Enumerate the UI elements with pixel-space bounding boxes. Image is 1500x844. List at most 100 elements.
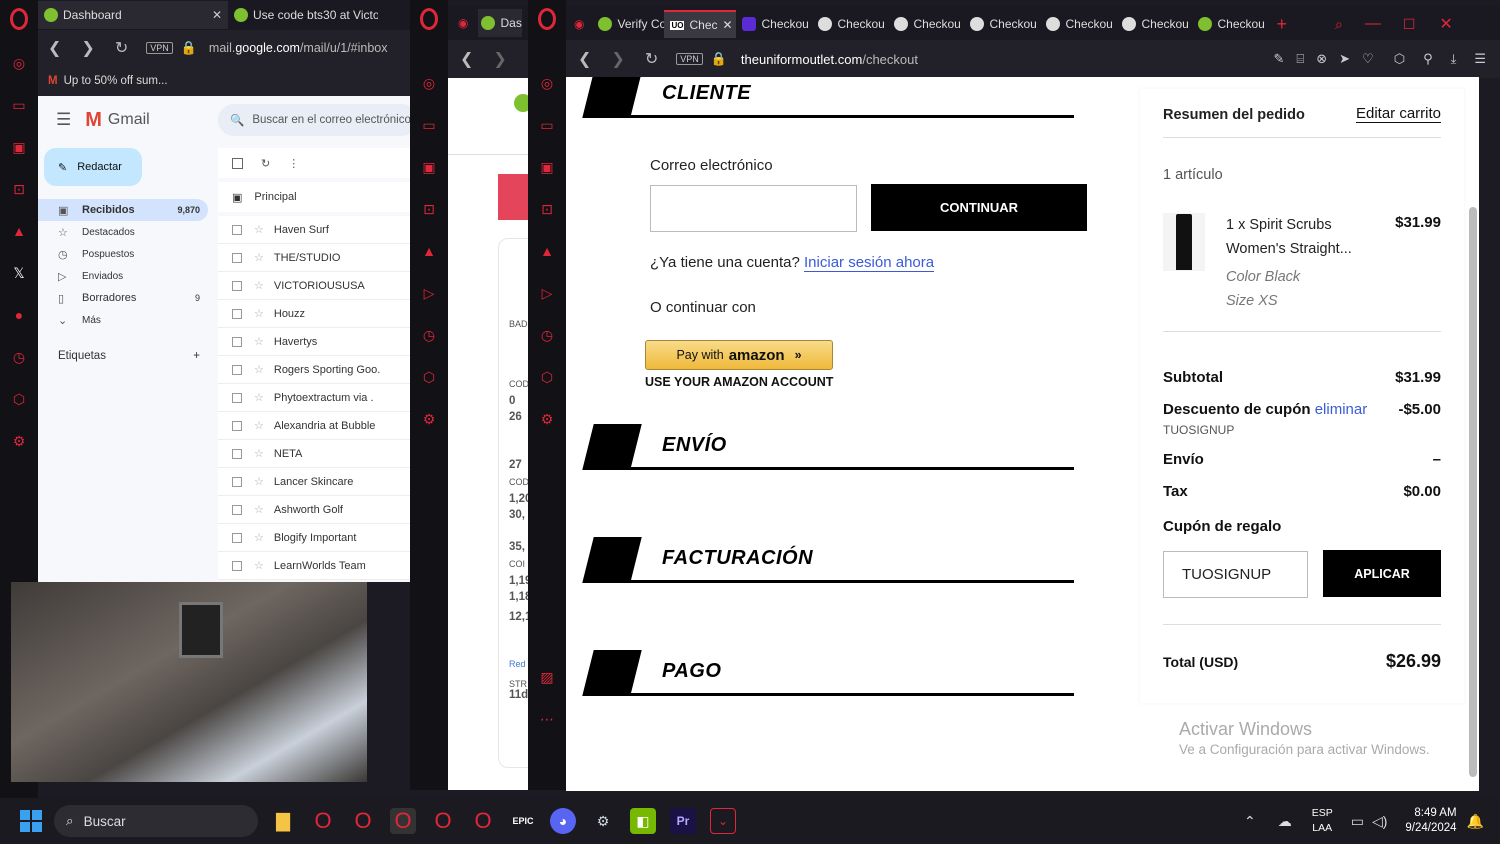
camera-icon[interactable]: ⌸ bbox=[1296, 51, 1304, 67]
tray-chevron-icon[interactable]: ⌃ bbox=[1244, 813, 1256, 830]
tab-checkout[interactable]: Checkou bbox=[888, 10, 964, 38]
back-icon[interactable]: ❮ bbox=[460, 49, 473, 69]
nvidia-icon[interactable]: ◧ bbox=[630, 808, 656, 834]
sidebar-item-more[interactable]: ⌄ Más bbox=[38, 309, 208, 331]
forward-icon[interactable]: ❯ bbox=[493, 49, 506, 69]
extension-icon[interactable]: ⊡ bbox=[538, 200, 556, 218]
star-icon[interactable]: ☆ bbox=[254, 335, 264, 348]
scrollbar[interactable] bbox=[1469, 207, 1477, 777]
row-checkbox[interactable] bbox=[232, 252, 242, 263]
clock[interactable]: 8:49 AM 9/24/2024 bbox=[1405, 806, 1456, 836]
opera-taskbar-icon[interactable]: O bbox=[310, 808, 336, 834]
star-icon[interactable]: ☆ bbox=[254, 503, 264, 516]
row-checkbox[interactable] bbox=[232, 476, 242, 487]
row-checkbox[interactable] bbox=[232, 448, 242, 459]
block-icon[interactable]: ⊗ bbox=[1316, 51, 1327, 67]
premiere-icon[interactable]: Pr bbox=[670, 808, 696, 834]
vpn-badge[interactable]: VPN bbox=[146, 42, 173, 54]
apply-button[interactable]: APLICAR bbox=[1323, 550, 1441, 597]
sign-in-link[interactable]: Iniciar sesión ahora bbox=[804, 254, 935, 272]
row-checkbox[interactable] bbox=[232, 280, 242, 291]
volume-icon[interactable]: ◁) bbox=[1372, 813, 1387, 830]
row-checkbox[interactable] bbox=[232, 392, 242, 403]
sidebar-item-inbox[interactable]: ▣ Recibidos 9,870 bbox=[38, 199, 208, 221]
remove-coupon-link[interactable]: eliminar bbox=[1315, 401, 1368, 418]
search-input[interactable]: 🔍 Buscar en el correo electrónico bbox=[218, 104, 418, 136]
product-name[interactable]: 1 x Spirit Scrubs bbox=[1226, 213, 1376, 237]
url-text[interactable]: theuniformoutlet.com/checkout bbox=[741, 52, 918, 67]
download-icon[interactable]: ⤓ bbox=[1451, 51, 1457, 67]
extension-icon[interactable]: ⊡ bbox=[420, 200, 438, 218]
select-checkbox[interactable] bbox=[232, 157, 243, 169]
tab-checkout[interactable]: Checkou bbox=[812, 10, 888, 38]
speed-dial-icon[interactable]: ◎ bbox=[420, 74, 438, 92]
opera-taskbar-icon[interactable]: O bbox=[470, 808, 496, 834]
play-icon[interactable]: ▷ bbox=[538, 284, 556, 302]
row-checkbox[interactable] bbox=[232, 308, 242, 319]
opera-logo-icon[interactable] bbox=[420, 8, 438, 30]
star-icon[interactable]: ☆ bbox=[254, 419, 264, 432]
star-icon[interactable]: ☆ bbox=[254, 531, 264, 544]
settings-icon[interactable]: ⚙ bbox=[10, 432, 28, 450]
box-icon[interactable]: ⬡ bbox=[10, 390, 28, 408]
back-icon[interactable]: ❮ bbox=[578, 49, 591, 69]
section-payment[interactable]: PAGO bbox=[580, 650, 1074, 696]
sidebar-item-starred[interactable]: ☆ Destacados bbox=[38, 221, 208, 243]
history-icon[interactable]: ◷ bbox=[10, 348, 28, 366]
table-row[interactable]: ☆ Havertys bbox=[218, 328, 410, 356]
forward-icon[interactable]: ❯ bbox=[81, 38, 94, 58]
twitch-icon[interactable]: ▣ bbox=[420, 158, 438, 176]
star-icon[interactable]: ☆ bbox=[254, 363, 264, 376]
sidebar-item-sent[interactable]: ▷ Enviados bbox=[38, 265, 208, 287]
table-row[interactable]: ☆ Phytoextractum via . bbox=[218, 384, 410, 412]
row-checkbox[interactable] bbox=[232, 364, 242, 375]
table-row[interactable]: ☆ Blogify Important bbox=[218, 524, 410, 552]
more-icon[interactable]: ⋮ bbox=[288, 157, 299, 170]
settings-icon[interactable]: ⚙ bbox=[538, 410, 556, 428]
section-billing[interactable]: FACTURACIÓN bbox=[580, 537, 1074, 583]
row-checkbox[interactable] bbox=[232, 336, 242, 347]
aria-icon[interactable]: ▲ bbox=[10, 222, 28, 240]
table-row[interactable]: ☆ NETA bbox=[218, 440, 410, 468]
user-icon[interactable]: ⚲ bbox=[1423, 51, 1433, 67]
menu-icon[interactable]: ☰ bbox=[1474, 51, 1486, 67]
table-row[interactable]: ☆ Ashworth Golf bbox=[218, 496, 410, 524]
play-icon[interactable]: ▷ bbox=[420, 284, 438, 302]
tab-checkout[interactable]: Checkou bbox=[736, 10, 812, 38]
edit-icon[interactable]: ✎ bbox=[1274, 51, 1285, 67]
tray-status-icon[interactable]: ☁ bbox=[1278, 813, 1292, 830]
language-indicator[interactable]: ESP LAA bbox=[1312, 806, 1333, 836]
tab-checkout[interactable]: Checkou bbox=[1116, 10, 1192, 38]
bookmark-item[interactable]: Up to 50% off sum... bbox=[64, 75, 168, 87]
gift-coupon-input[interactable]: TUOSIGNUP bbox=[1163, 551, 1308, 598]
notification-icon[interactable]: 🔔 bbox=[1467, 813, 1484, 830]
taskbar-search[interactable]: ⌕ Buscar bbox=[54, 805, 258, 837]
heart-icon[interactable]: ♡ bbox=[1362, 51, 1374, 67]
table-row[interactable]: ☆ Houzz bbox=[218, 300, 410, 328]
speed-dial-icon[interactable]: ◎ bbox=[10, 54, 28, 72]
opera-logo-icon[interactable] bbox=[10, 8, 28, 30]
more-icon[interactable]: ⋯ bbox=[538, 710, 556, 728]
tab-primary[interactable]: ▣ Principal bbox=[218, 182, 410, 212]
amazon-pay-button[interactable]: Pay with amazon » bbox=[645, 340, 833, 370]
forward-icon[interactable]: ❯ bbox=[611, 49, 624, 69]
table-row[interactable]: ☆ VICTORIOUSUSA bbox=[218, 272, 410, 300]
star-icon[interactable]: ☆ bbox=[254, 391, 264, 404]
add-label-icon[interactable]: + bbox=[193, 350, 200, 362]
discord-tab-icon[interactable]: ◉ bbox=[458, 16, 468, 30]
history-icon[interactable]: ◷ bbox=[420, 326, 438, 344]
tab-checkout[interactable]: Checkou bbox=[1040, 10, 1116, 38]
table-row[interactable]: ☆ Lancer Skincare bbox=[218, 468, 410, 496]
star-icon[interactable]: ☆ bbox=[254, 447, 264, 460]
row-checkbox[interactable] bbox=[232, 504, 242, 515]
back-icon[interactable]: ❮ bbox=[48, 38, 61, 58]
sidebar-item-drafts[interactable]: ▯ Borradores 9 bbox=[38, 287, 208, 309]
star-icon[interactable]: ☆ bbox=[254, 559, 264, 572]
row-checkbox[interactable] bbox=[232, 420, 242, 431]
opera-taskbar-icon[interactable]: O bbox=[430, 808, 456, 834]
tab-dashboard[interactable]: Dashboard ✕ bbox=[38, 1, 228, 29]
section-shipping[interactable]: ENVÍO bbox=[580, 424, 1074, 470]
url-text[interactable]: mail.google.com/mail/u/1/#inbox bbox=[209, 41, 388, 55]
cube-icon[interactable]: ⬡ bbox=[1394, 51, 1405, 67]
twitch-icon[interactable]: ▣ bbox=[10, 138, 28, 156]
